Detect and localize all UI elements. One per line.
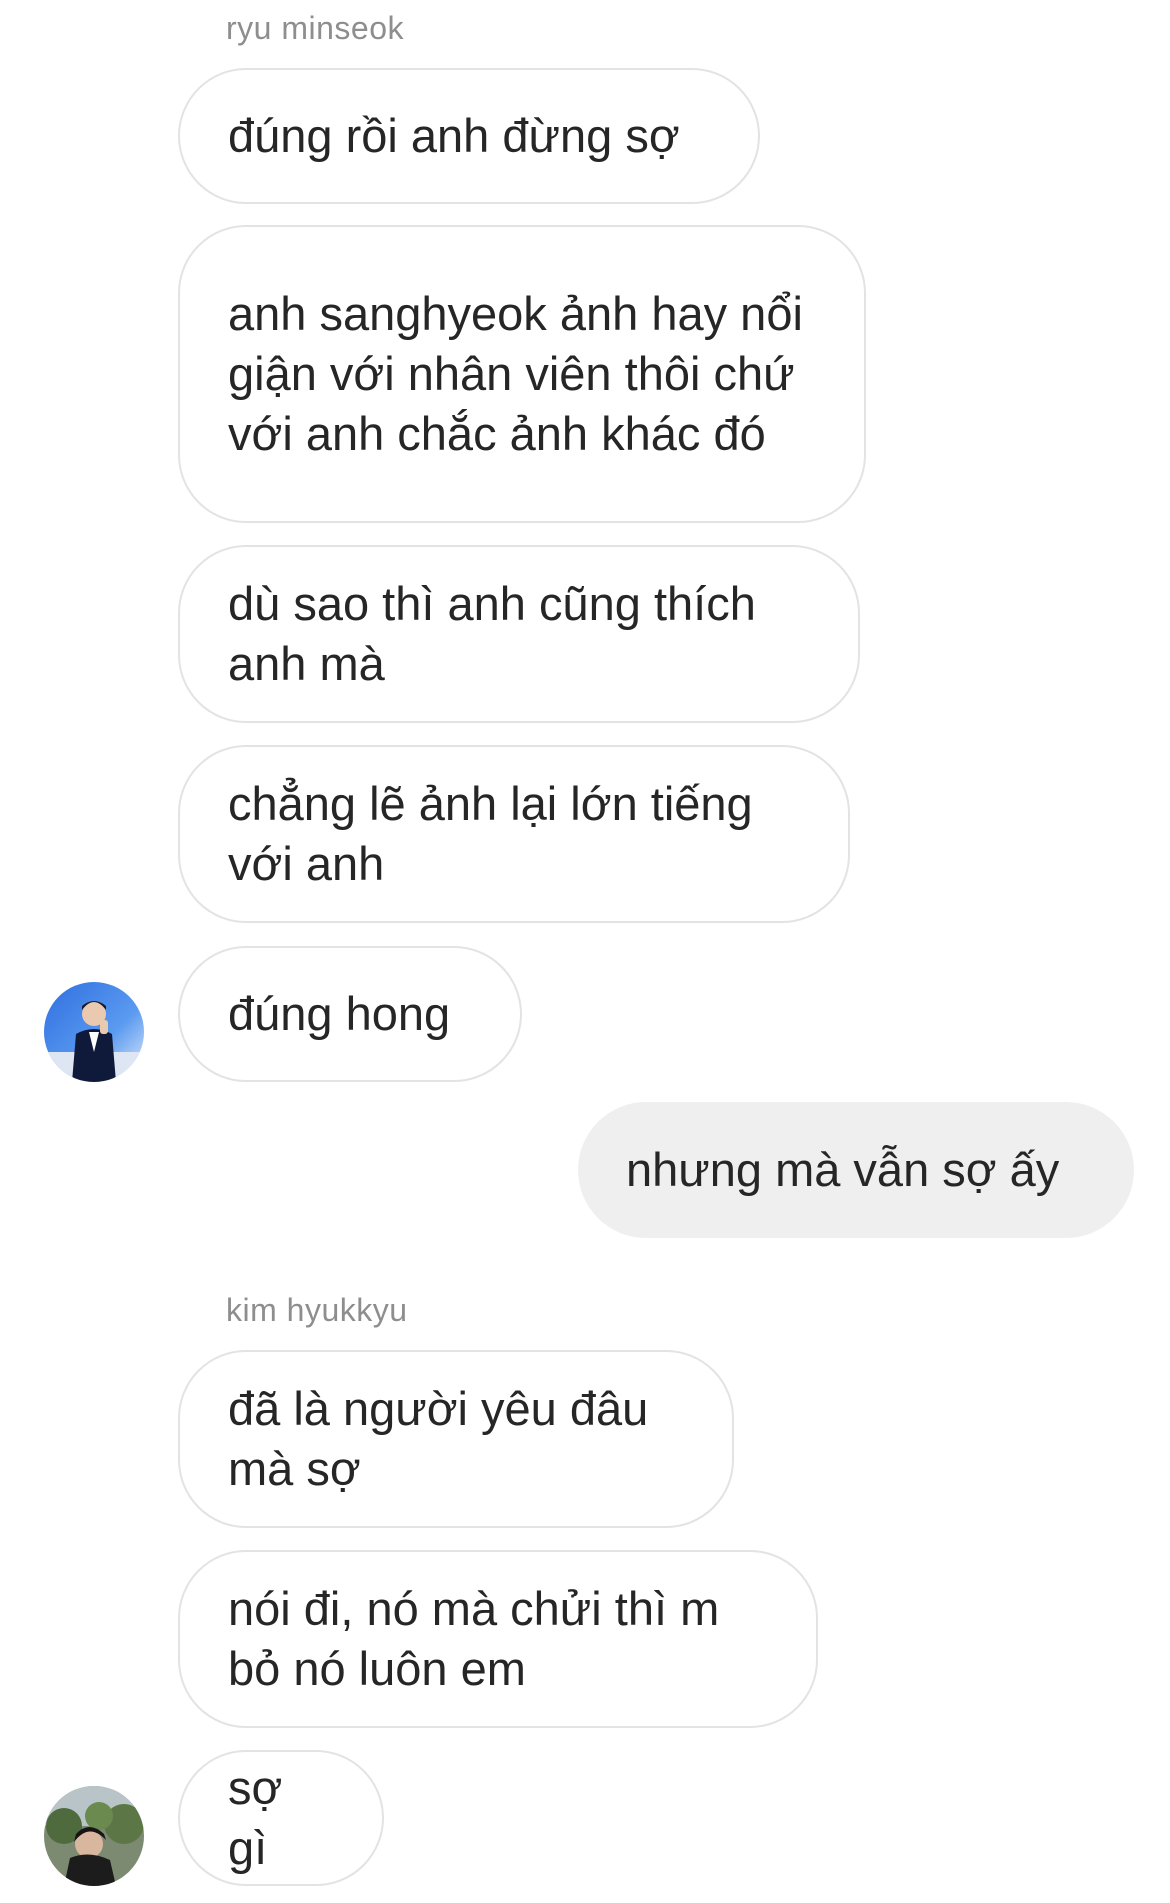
message-text: nhưng mà vẫn sợ ấy: [626, 1143, 1060, 1196]
message-bubble[interactable]: đúng rồi anh đừng sợ: [178, 68, 760, 204]
message-text: nói đi, nó mà chửi thì m bỏ nó luôn em: [228, 1582, 720, 1695]
message-text: chẳng lẽ ảnh lại lớn tiếng với anh: [228, 777, 753, 890]
message-text: dù sao thì anh cũng thích anh mà: [228, 577, 756, 690]
message-text: đã là người yêu đâu mà sợ: [228, 1382, 649, 1495]
user-avatar-icon[interactable]: [44, 982, 144, 1082]
message-bubble[interactable]: đã là người yêu đâu mà sợ: [178, 1350, 734, 1528]
user-avatar-icon[interactable]: [44, 1786, 144, 1886]
message-bubble[interactable]: nói đi, nó mà chửi thì m bỏ nó luôn em: [178, 1550, 818, 1728]
message-bubble[interactable]: đúng hong: [178, 946, 522, 1082]
sender-name: kim hyukkyu: [226, 1292, 408, 1328]
message-text: đúng hong: [228, 987, 451, 1040]
message-bubble[interactable]: chẳng lẽ ảnh lại lớn tiếng với anh: [178, 745, 850, 923]
message-bubble[interactable]: dù sao thì anh cũng thích anh mà: [178, 545, 860, 723]
message-bubble[interactable]: anh sanghyeok ảnh hay nổi giận với nhân …: [178, 225, 866, 523]
sender-name: ryu minseok: [226, 10, 404, 46]
message-text: anh sanghyeok ảnh hay nổi giận với nhân …: [228, 287, 803, 460]
message-text: đúng rồi anh đừng sợ: [228, 109, 680, 162]
avatar-image: [44, 1786, 144, 1886]
avatar-image: [44, 982, 144, 1082]
message-text: sợ gì: [228, 1761, 283, 1874]
message-bubble[interactable]: sợ gì: [178, 1750, 384, 1886]
outgoing-message-bubble[interactable]: nhưng mà vẫn sợ ấy: [578, 1102, 1134, 1238]
